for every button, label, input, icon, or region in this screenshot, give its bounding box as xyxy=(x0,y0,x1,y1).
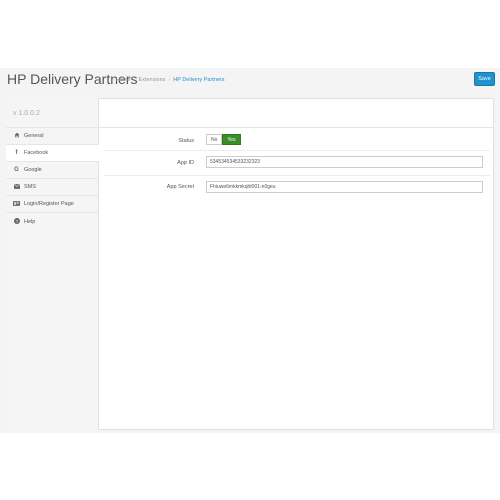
breadcrumb: Home › Extensions › HP Delivery Partners xyxy=(116,77,225,83)
sidebar-item-help[interactable]: ? Help xyxy=(6,213,99,230)
divider xyxy=(104,150,490,151)
status-label: Status xyxy=(178,138,194,144)
divider xyxy=(104,175,490,176)
app-id-input[interactable]: 534534534533232323 xyxy=(206,156,483,168)
app-secret-label: App Secret xyxy=(166,184,194,190)
breadcrumb-current[interactable]: HP Delivery Partners xyxy=(173,77,224,83)
app-id-label: App ID xyxy=(177,160,194,166)
status-no-option[interactable]: No xyxy=(206,134,223,145)
breadcrumb-home[interactable]: Home xyxy=(116,77,131,83)
sidebar-item-label: Help xyxy=(24,218,36,225)
sidebar-item-sms[interactable]: SMS xyxy=(6,179,99,196)
sidebar-item-label: SMS xyxy=(24,184,36,190)
sidebar-item-label: Login/Register Page xyxy=(24,201,74,207)
sidebar-nav: General f Facebook G Google SMS Login/Re… xyxy=(6,128,99,230)
sidebar-item-facebook[interactable]: f Facebook xyxy=(6,145,99,162)
home-icon xyxy=(12,132,21,140)
google-icon: G xyxy=(14,167,19,173)
sidebar-item-label: General xyxy=(24,133,44,139)
status-toggle[interactable]: No Yes xyxy=(206,134,241,145)
status-yes-option[interactable]: Yes xyxy=(222,134,241,145)
sidebar-item-label: Google xyxy=(24,167,42,173)
sidebar-item-login-register[interactable]: Login/Register Page xyxy=(6,196,99,213)
sidebar-item-google[interactable]: G Google xyxy=(6,162,99,179)
save-button[interactable]: Save xyxy=(474,72,495,86)
id-card-icon xyxy=(12,200,21,208)
version-label: v 1.0.0.2 xyxy=(13,110,40,117)
divider xyxy=(99,127,494,128)
sidebar-item-general[interactable]: General xyxy=(6,128,99,145)
breadcrumb-extensions[interactable]: Extensions xyxy=(139,77,166,83)
app-secret-input[interactable]: Fhiuwe6mkkmkqht001-n0geu xyxy=(206,181,483,193)
sidebar-item-label: Facebook xyxy=(24,150,49,156)
question-circle-icon: ? xyxy=(12,217,21,226)
svg-text:?: ? xyxy=(15,218,18,223)
facebook-icon: f xyxy=(15,150,18,156)
envelope-icon xyxy=(12,183,21,191)
